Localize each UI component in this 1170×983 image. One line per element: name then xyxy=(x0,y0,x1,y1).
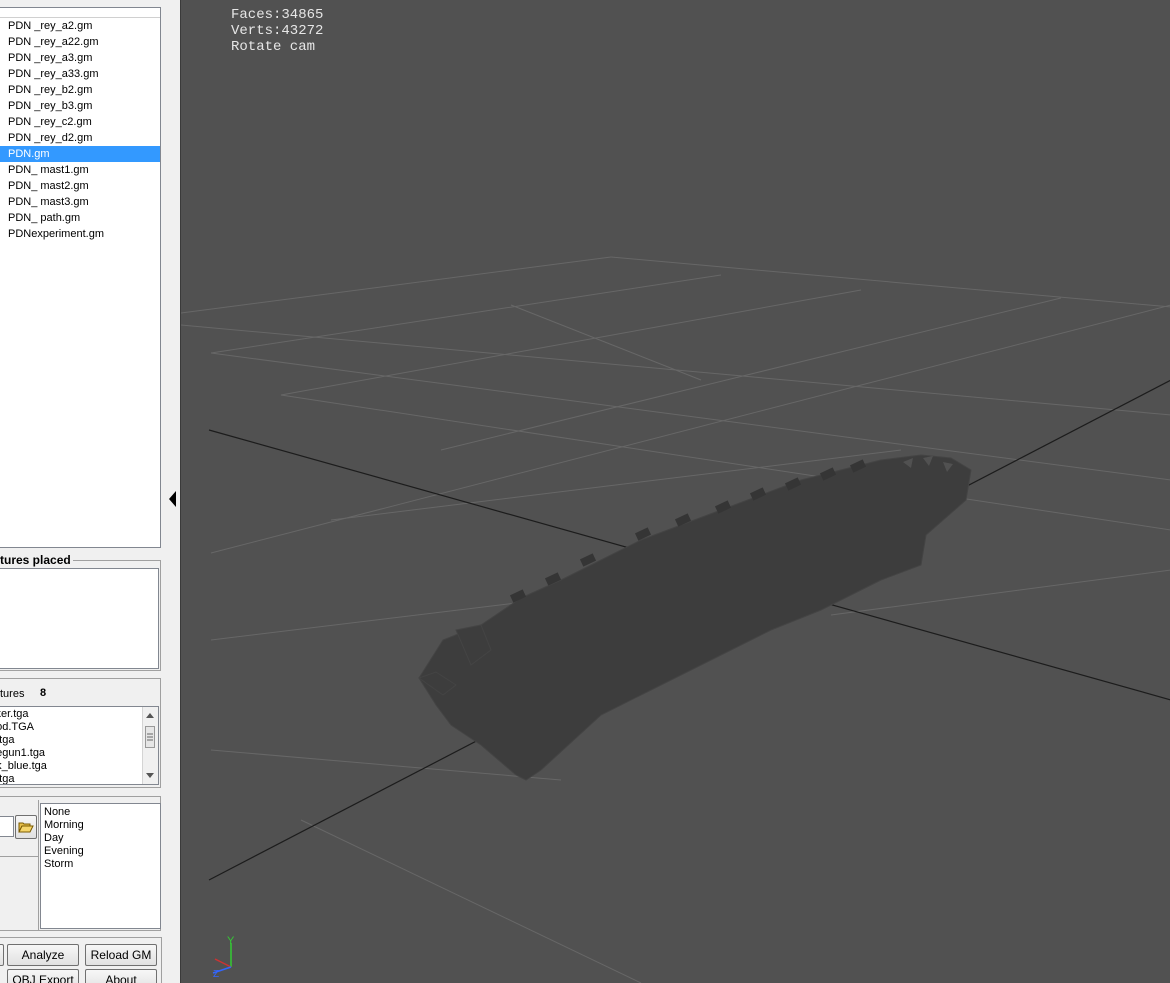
gm-file-list[interactable]: PDN _rey_a2.gm PDN _rey_a22.gm PDN _rey_a3… xyxy=(0,7,161,548)
camera-mode: Rotate cam xyxy=(231,39,316,55)
scroll-down-icon[interactable] xyxy=(146,773,154,778)
3d-viewport[interactable]: Faces:34865 Verts:43272 Rotate cam xyxy=(180,0,1170,983)
grip-icon xyxy=(147,733,153,741)
about-button[interactable]: About xyxy=(85,969,157,983)
file-list-item[interactable]: PDN_ mast2.gm xyxy=(0,178,160,194)
texture-list-item[interactable]: negun1.tga xyxy=(0,747,47,760)
file-items: PDN _rey_a2.gm PDN _rey_a22.gm PDN _rey_a3… xyxy=(0,18,160,242)
file-list-item[interactable]: PDN _rey_a2.gm xyxy=(0,18,160,34)
left-panel: PDN _rey_a2.gm PDN _rey_a22.gm PDN _rey_a3… xyxy=(0,0,180,983)
path-input[interactable] xyxy=(0,816,14,837)
texture-list-item[interactable]: 7.tga xyxy=(0,773,47,784)
verts-count: Verts:43272 xyxy=(231,23,324,39)
axis-gizmo: Y Z xyxy=(212,935,235,978)
file-list-item[interactable]: PDN _rey_d2.gm xyxy=(0,130,160,146)
file-list-item[interactable]: PDN_ path.gm xyxy=(0,210,160,226)
collapse-panel-icon[interactable] xyxy=(169,491,176,507)
file-list-item[interactable]: PDN _rey_a33.gm xyxy=(0,66,160,82)
hidden-button[interactable] xyxy=(0,944,4,966)
separator xyxy=(0,856,38,857)
file-list-item[interactable]: PDNexperiment.gm xyxy=(0,226,160,242)
weather-option[interactable]: None xyxy=(41,806,160,819)
weather-option[interactable]: Evening xyxy=(41,845,160,858)
weather-items: None Morning Day Evening Storm xyxy=(41,806,160,871)
texture-list-item[interactable]: ood.TGA xyxy=(0,721,47,734)
separator-vertical xyxy=(38,800,39,930)
file-list-item[interactable]: PDN _rey_b2.gm xyxy=(0,82,160,98)
weather-option[interactable]: Storm xyxy=(41,858,160,871)
texture-items: cker.tgaood.TGA3.tganegun1.tgank_blue.tg… xyxy=(0,708,47,784)
file-list-item[interactable]: PDN _rey_a3.gm xyxy=(0,50,160,66)
file-list-item[interactable]: PDN _rey_a22.gm xyxy=(0,34,160,50)
faces-count: Faces:34865 xyxy=(231,7,324,23)
folder-open-icon xyxy=(18,822,34,833)
textures-placed-label: tures placed xyxy=(0,553,73,567)
texture-list-item[interactable]: cker.tga xyxy=(0,708,47,721)
viewport-scene xyxy=(181,256,1170,983)
texture-list-item[interactable]: 3.tga xyxy=(0,734,47,747)
list-top-edge xyxy=(0,8,160,18)
textures-count: 8 xyxy=(40,687,47,699)
ship-model xyxy=(417,454,972,781)
weather-option[interactable]: Morning xyxy=(41,819,160,832)
file-list-item[interactable]: PDN _rey_c2.gm xyxy=(0,114,160,130)
texture-list-item[interactable]: nk_blue.tga xyxy=(0,760,47,773)
file-list-item[interactable]: PDN_ mast1.gm xyxy=(0,162,160,178)
weather-option[interactable]: Day xyxy=(41,832,160,845)
texture-list[interactable]: cker.tgaood.TGA3.tganegun1.tgank_blue.tg… xyxy=(0,706,159,785)
analyze-button[interactable]: Analyze xyxy=(7,944,79,966)
textures-label: tures xyxy=(0,688,25,700)
browse-button[interactable] xyxy=(15,815,37,839)
scroll-up-icon[interactable] xyxy=(146,713,154,718)
stats-overlay: Faces:34865 Verts:43272 Rotate cam xyxy=(231,7,323,55)
y-axis-label: Y xyxy=(227,935,235,947)
z-axis-label: Z xyxy=(213,969,219,978)
obj-export-button[interactable]: OBJ Export xyxy=(7,969,79,983)
file-list-item[interactable]: PDN _rey_b3.gm xyxy=(0,98,160,114)
file-list-item[interactable]: PDN_ mast3.gm xyxy=(0,194,160,210)
weather-list[interactable]: None Morning Day Evening Storm xyxy=(40,803,161,929)
reload-gm-button[interactable]: Reload GM xyxy=(85,944,157,966)
x-axis-line xyxy=(214,958,232,968)
scroll-thumb[interactable] xyxy=(145,726,155,748)
file-list-item[interactable]: PDN.gm xyxy=(0,146,160,162)
textures-placed-list[interactable] xyxy=(0,568,159,669)
texture-list-scrollbar[interactable] xyxy=(142,707,158,784)
